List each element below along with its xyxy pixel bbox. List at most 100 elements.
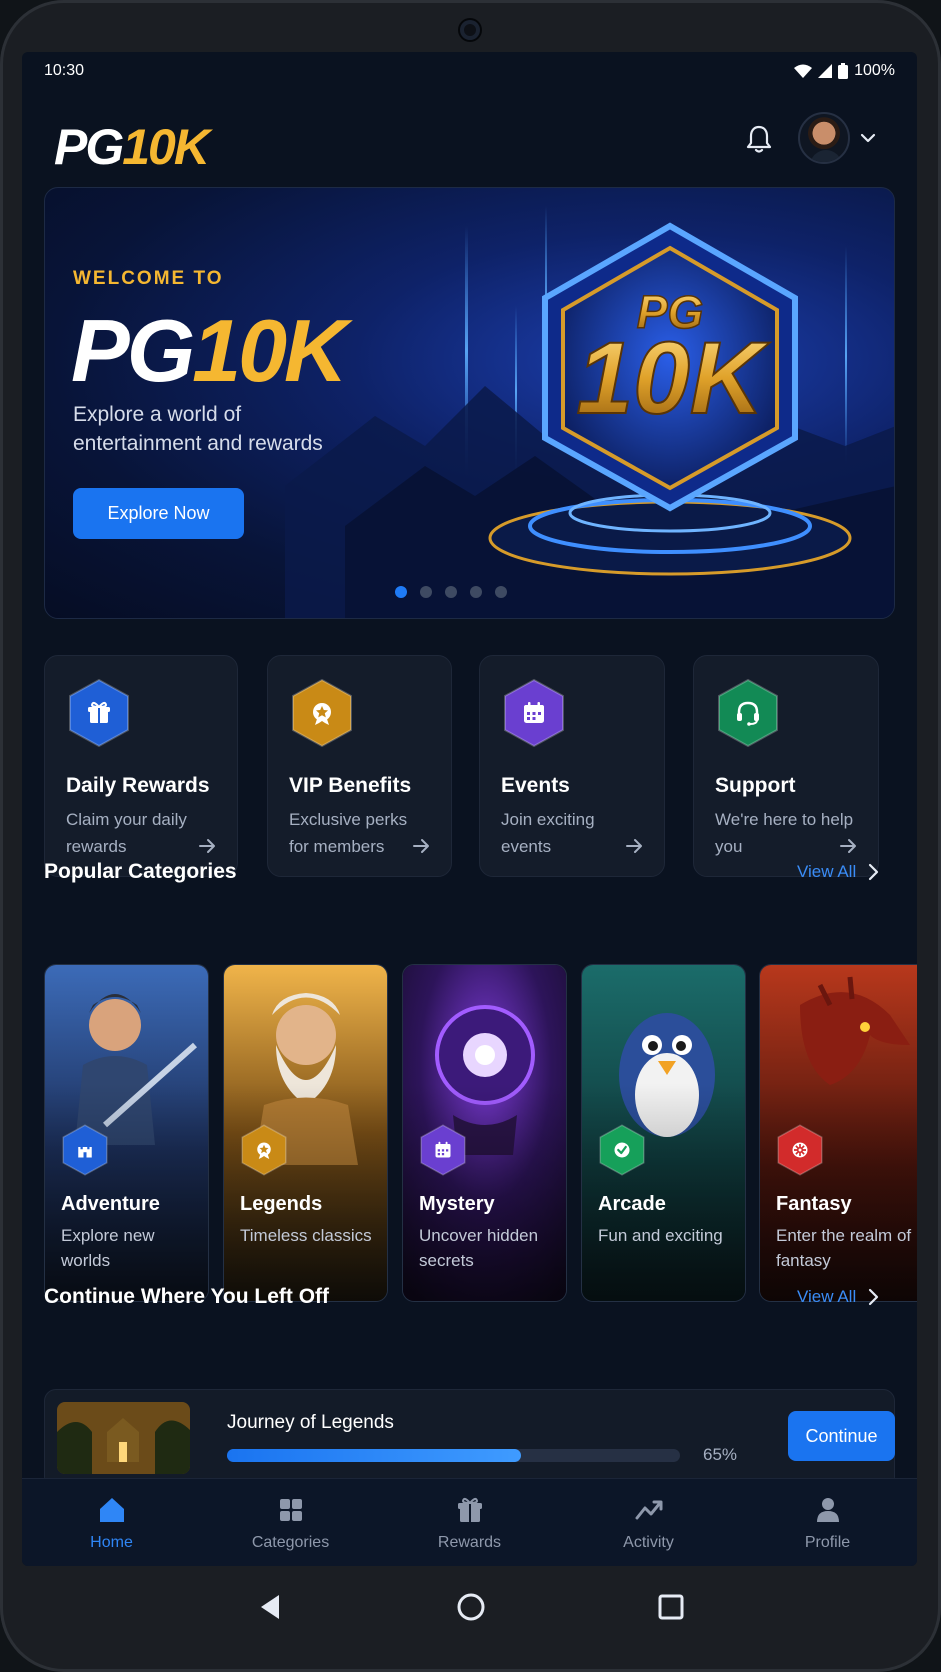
avatar[interactable] <box>798 112 850 164</box>
nav-item-label: Activity <box>623 1533 674 1551</box>
game-thumbnail <box>57 1402 190 1474</box>
continue-view-all-link[interactable]: View All <box>797 1287 880 1307</box>
arrow-right-icon <box>413 839 429 853</box>
hero-badge-main-text: 10K <box>576 321 769 435</box>
nav-item-label: Rewards <box>437 1533 502 1551</box>
system-navigation-bar <box>0 1566 941 1672</box>
progress-label: 65% <box>703 1445 738 1464</box>
back-icon[interactable] <box>255 1591 287 1623</box>
home-icon <box>99 1497 124 1522</box>
app-logo[interactable]: PG10K <box>54 118 210 176</box>
hero-banner[interactable]: WELCOME TO PG10K Explore a world of ente… <box>44 187 895 619</box>
gift-icon <box>457 1497 482 1522</box>
app-screen: 10:30 100% PG10K WELCOME TO PG10K Explor… <box>22 52 917 1566</box>
carousel-dot[interactable] <box>470 586 482 598</box>
quick-card-support[interactable]: Support We're here to help you <box>693 655 879 877</box>
category-badge <box>420 1124 466 1176</box>
quick-card-icon <box>290 678 354 748</box>
status-bar: 10:30 100% <box>22 52 917 90</box>
person-icon <box>816 1497 839 1522</box>
category-card-adventure[interactable]: Adventure Explore new worlds <box>44 964 209 1302</box>
category-desc: Timeless classics <box>240 1226 372 1245</box>
category-card-fantasy[interactable]: Fantasy Enter the realm of fantasy <box>759 964 917 1302</box>
quick-card-desc: Exclusive perks for members <box>289 810 408 856</box>
signal-icon <box>818 64 833 78</box>
carousel-dot[interactable] <box>495 586 507 598</box>
bottom-navigation: Home Categories Rewards Activity Profile <box>22 1478 917 1566</box>
category-badge <box>241 1124 287 1176</box>
nav-item-rewards[interactable]: Rewards <box>380 1479 559 1566</box>
category-desc: Fun and exciting <box>598 1226 723 1245</box>
quick-card-icon <box>502 678 566 748</box>
popular-categories-title: Popular Categories <box>44 860 237 883</box>
hero-subtitle: Explore a world of entertainment and rew… <box>73 403 323 455</box>
gear-icon <box>792 1142 808 1158</box>
category-card-mystery[interactable]: Mystery Uncover hidden secrets <box>402 964 567 1302</box>
category-icon <box>61 1123 109 1177</box>
quick-card-daily-rewards[interactable]: Daily Rewards Claim your daily rewards <box>44 655 238 877</box>
hero-title: PG10K <box>71 300 348 402</box>
category-badge <box>777 1124 823 1176</box>
carousel-dot[interactable] <box>395 586 407 598</box>
gift-icon <box>88 701 110 723</box>
hero-title-gold: 10K <box>192 301 347 400</box>
quick-card-badge <box>69 678 129 748</box>
nav-item-label: Categories <box>251 1533 330 1551</box>
progress-fill <box>227 1449 522 1462</box>
logo-gold-text: 10K <box>122 119 210 175</box>
continue-section-title: Continue Where You Left Off <box>44 1285 330 1308</box>
category-icon <box>419 1123 467 1177</box>
bell-icon[interactable] <box>742 122 776 156</box>
category-desc: Enter the realm of fantasy <box>776 1226 912 1270</box>
category-card-arcade[interactable]: Arcade Fun and exciting <box>581 964 746 1302</box>
check-icon <box>614 1142 630 1158</box>
category-title: Arcade <box>598 1193 666 1215</box>
popular-view-all-link[interactable]: View All <box>797 862 880 882</box>
wifi-icon <box>794 64 813 78</box>
tablet-frame: 10:30 100% PG10K WELCOME TO PG10K Explor… <box>0 0 941 1672</box>
quick-card-icon <box>716 678 780 748</box>
category-desc: Explore new worlds <box>61 1226 155 1270</box>
carousel-dots <box>395 586 507 598</box>
continue-button[interactable]: Continue <box>788 1411 895 1461</box>
nav-item-profile[interactable]: Profile <box>738 1479 917 1566</box>
castle-icon <box>78 1147 92 1158</box>
quick-card-title: Support <box>715 774 796 797</box>
category-title: Mystery <box>419 1193 495 1215</box>
trend-icon <box>635 1500 662 1519</box>
popular-view-all-label: View All <box>797 862 857 881</box>
quick-card-badge <box>292 678 352 748</box>
recents-icon[interactable] <box>655 1591 687 1623</box>
continue-game-title: Journey of Legends <box>227 1412 394 1433</box>
hero-title-white: PG <box>71 301 195 400</box>
category-title: Legends <box>240 1193 323 1215</box>
nav-item-label: Home <box>90 1533 133 1551</box>
arrow-right-icon <box>840 839 856 853</box>
chevron-right-icon <box>869 863 879 881</box>
logo-white-text: PG <box>54 119 124 175</box>
calendar-icon <box>435 1141 451 1158</box>
carousel-dot[interactable] <box>445 586 457 598</box>
chevron-down-icon[interactable] <box>858 128 878 148</box>
category-title: Fantasy <box>776 1193 852 1215</box>
quick-card-icon <box>67 678 131 748</box>
grid-icon <box>279 1498 302 1521</box>
progress-bar <box>227 1449 680 1462</box>
quick-card-title: VIP Benefits <box>289 774 412 797</box>
quick-card-vip-benefits[interactable]: VIP Benefits Exclusive perks for members <box>267 655 452 877</box>
category-icon <box>776 1123 824 1177</box>
category-badge <box>599 1124 645 1176</box>
carousel-dot[interactable] <box>420 586 432 598</box>
quick-card-events[interactable]: Events Join exciting events <box>479 655 665 877</box>
category-desc: Uncover hidden secrets <box>419 1226 539 1270</box>
nav-item-home[interactable]: Home <box>22 1479 201 1566</box>
nav-item-activity[interactable]: Activity <box>559 1479 738 1566</box>
quick-card-desc: Claim your daily rewards <box>66 810 187 856</box>
status-icons: 100% <box>794 62 895 80</box>
category-card-legends[interactable]: Legends Timeless classics <box>223 964 388 1302</box>
continue-card[interactable]: Journey of Legends 65% Continue <box>44 1389 895 1489</box>
home-button-icon[interactable] <box>455 1591 487 1623</box>
quick-card-desc: We're here to help you <box>715 810 854 856</box>
nav-item-categories[interactable]: Categories <box>201 1479 380 1566</box>
explore-now-button[interactable]: Explore Now <box>73 488 244 539</box>
